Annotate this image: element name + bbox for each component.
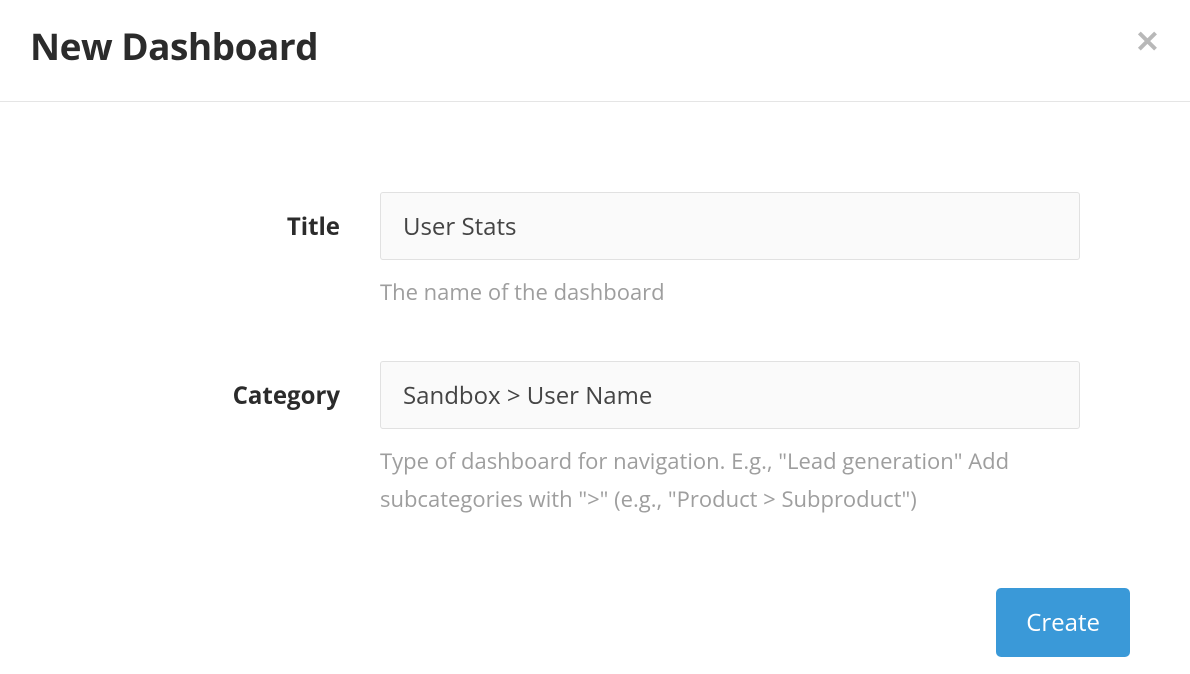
category-control-wrap: Type of dashboard for navigation. E.g., … — [380, 361, 1080, 518]
modal-title: New Dashboard — [30, 20, 318, 71]
title-control-wrap: The name of the dashboard — [380, 192, 1080, 311]
title-label: Title — [60, 192, 380, 243]
create-button[interactable]: Create — [996, 588, 1130, 657]
category-help-text: Type of dashboard for navigation. E.g., … — [380, 443, 1080, 518]
close-icon[interactable]: ✕ — [1135, 20, 1160, 56]
form-row-title: Title The name of the dashboard — [60, 192, 1130, 311]
modal-footer: Create — [0, 588, 1190, 657]
form-row-category: Category Type of dashboard for navigatio… — [60, 361, 1130, 518]
category-label: Category — [60, 361, 380, 412]
category-input[interactable] — [380, 361, 1080, 429]
modal-header: New Dashboard ✕ — [0, 0, 1190, 102]
title-input[interactable] — [380, 192, 1080, 260]
title-help-text: The name of the dashboard — [380, 274, 1080, 311]
modal-body: Title The name of the dashboard Category… — [0, 102, 1190, 588]
